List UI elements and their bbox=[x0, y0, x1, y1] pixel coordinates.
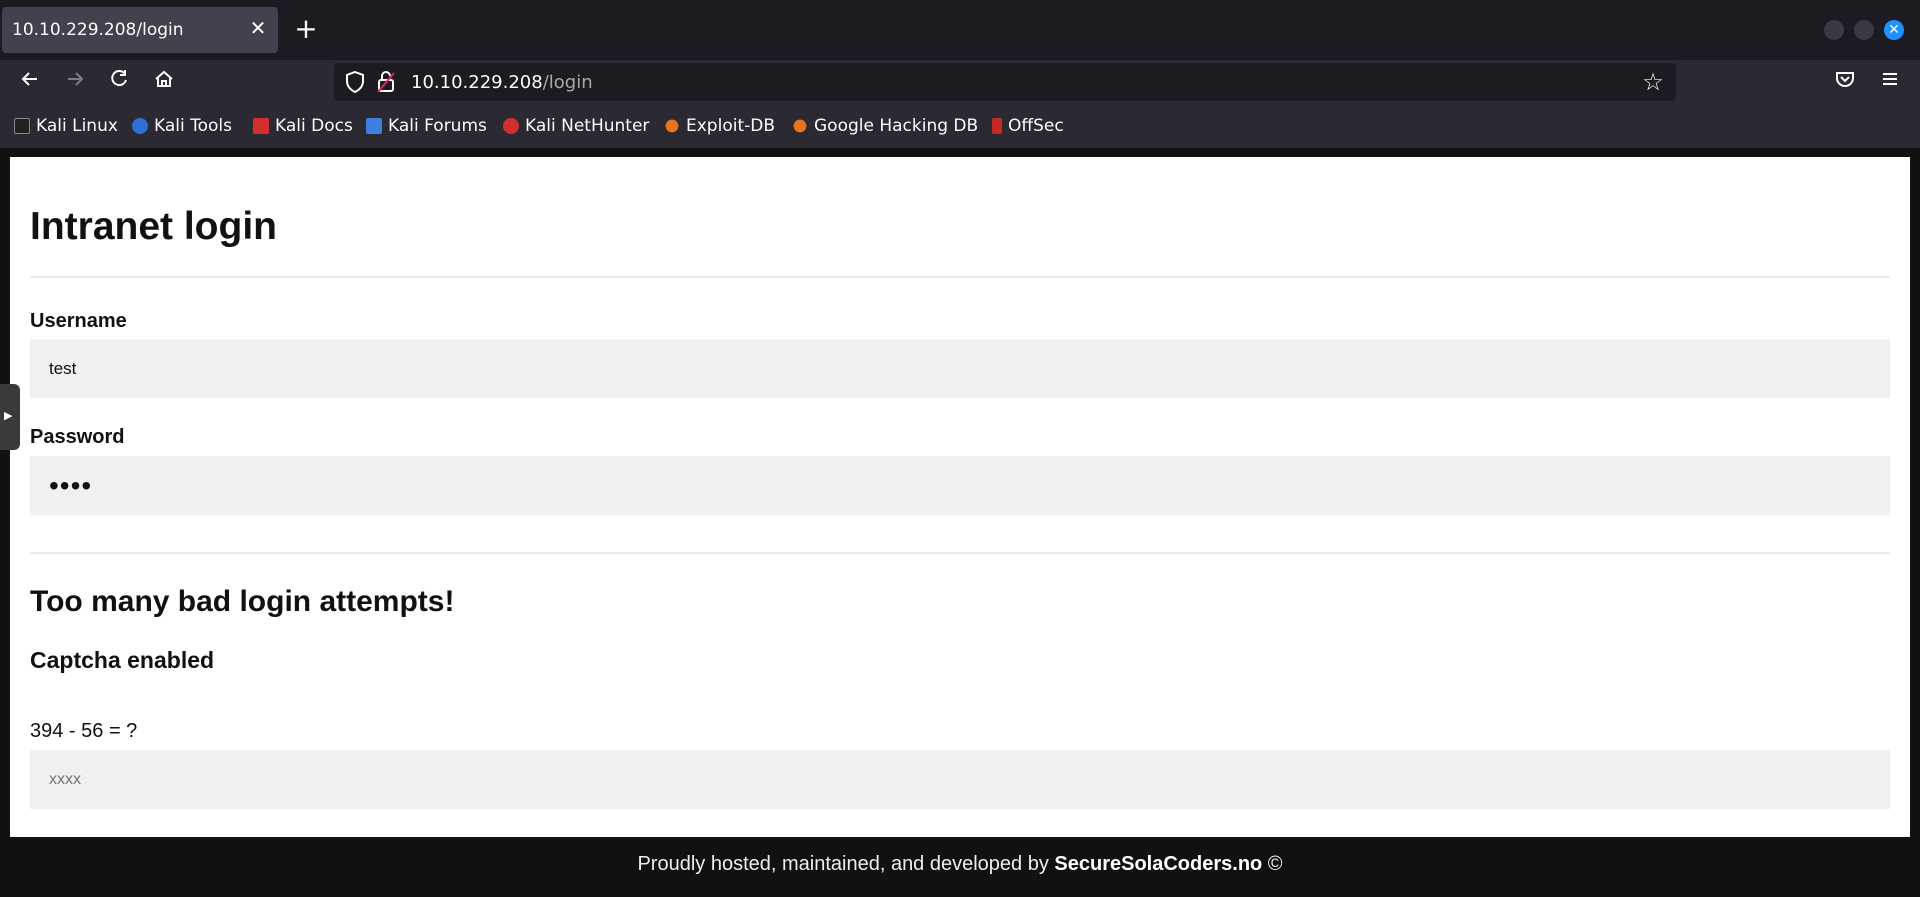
bookmark-kali-docs[interactable]: Kali Docs bbox=[253, 114, 353, 138]
navigation-bar: 10.10.229.208/login ☆ bbox=[0, 60, 1920, 104]
bookmark-label: OffSec bbox=[1008, 116, 1064, 136]
password-mask: •••• bbox=[49, 469, 93, 501]
url-path: /login bbox=[542, 72, 593, 93]
tab-login[interactable]: 10.10.229.208/login ✕ bbox=[2, 7, 278, 53]
footer-brand: SecureSolaCoders.no bbox=[1054, 853, 1263, 875]
insecure-lock-icon[interactable] bbox=[376, 70, 396, 94]
bookmarks-toolbar: Kali Linux Kali Tools Kali Docs Kali For… bbox=[0, 104, 1920, 148]
captcha-heading: Captcha enabled bbox=[30, 647, 215, 673]
kali-nethunter-icon bbox=[503, 118, 519, 134]
new-tab-button[interactable]: + bbox=[293, 15, 319, 43]
window-minimize-button[interactable] bbox=[1824, 20, 1844, 40]
forward-button[interactable] bbox=[60, 68, 90, 98]
page-title: Intranet login bbox=[30, 205, 277, 248]
username-label: Username bbox=[30, 310, 127, 332]
hamburger-menu-icon bbox=[1883, 73, 1897, 85]
captcha-input[interactable] bbox=[30, 750, 1890, 809]
bookmark-label: Kali Linux bbox=[36, 116, 118, 136]
footer-copyright: © bbox=[1262, 853, 1283, 875]
url-bar[interactable]: 10.10.229.208/login ☆ bbox=[334, 63, 1676, 101]
pocket-button[interactable] bbox=[1830, 68, 1860, 98]
bookmark-kali-linux[interactable]: Kali Linux bbox=[14, 114, 118, 138]
page-footer: Proudly hosted, maintained, and develope… bbox=[0, 853, 1920, 876]
divider bbox=[30, 276, 1890, 278]
bad-login-warning: Too many bad login attempts! bbox=[30, 585, 455, 618]
menu-button[interactable] bbox=[1875, 68, 1905, 98]
offsec-icon bbox=[992, 118, 1002, 134]
bookmark-kali-forums[interactable]: Kali Forums bbox=[366, 114, 487, 138]
captcha-question: 394 - 56 = ? bbox=[30, 720, 138, 742]
password-label: Password bbox=[30, 426, 125, 448]
kali-tools-icon bbox=[132, 118, 148, 134]
bookmark-exploit-db[interactable]: Exploit-DB bbox=[664, 114, 775, 138]
tab-close-icon[interactable]: ✕ bbox=[248, 18, 268, 38]
divider bbox=[30, 552, 1890, 554]
shield-icon[interactable] bbox=[344, 70, 366, 94]
bookmark-label: Kali NetHunter bbox=[525, 116, 650, 136]
reload-icon bbox=[111, 70, 127, 87]
password-input[interactable]: •••• bbox=[30, 456, 1890, 515]
footer-text: Proudly hosted, maintained, and develope… bbox=[637, 853, 1055, 875]
bookmark-label: Google Hacking DB bbox=[814, 116, 979, 136]
exploit-db-icon bbox=[665, 119, 679, 133]
pocket-icon bbox=[1836, 72, 1854, 87]
kali-docs-icon bbox=[253, 118, 269, 134]
page-viewport: Intranet login Username Password •••• To… bbox=[0, 148, 1920, 897]
home-button[interactable] bbox=[149, 68, 179, 98]
url-host: 10.10.229.208 bbox=[411, 72, 543, 93]
arrow-left-icon bbox=[21, 72, 37, 86]
expand-arrow-icon: ▶ bbox=[4, 409, 13, 422]
login-page: Intranet login Username Password •••• To… bbox=[10, 157, 1910, 837]
bookmark-label: Kali Docs bbox=[275, 116, 353, 136]
reload-button[interactable] bbox=[104, 68, 134, 98]
home-icon bbox=[155, 70, 173, 87]
bookmark-google-hacking-db[interactable]: Google Hacking DB bbox=[792, 114, 978, 138]
window-close-button[interactable]: ✕ bbox=[1884, 20, 1904, 40]
tab-strip: 10.10.229.208/login ✕ + ✕ bbox=[0, 0, 1920, 60]
window-maximize-button[interactable] bbox=[1854, 20, 1874, 40]
arrow-right-icon bbox=[68, 72, 84, 86]
bookmark-label: Kali Tools bbox=[154, 116, 232, 136]
kali-dragon-icon bbox=[14, 118, 30, 134]
bookmark-star-icon[interactable]: ☆ bbox=[1640, 69, 1666, 95]
username-input[interactable] bbox=[30, 339, 1890, 398]
tab-title: 10.10.229.208/login bbox=[12, 20, 184, 40]
bookmark-kali-nethunter[interactable]: Kali NetHunter bbox=[503, 114, 649, 138]
back-button[interactable] bbox=[15, 68, 45, 98]
bookmark-kali-tools[interactable]: Kali Tools bbox=[132, 114, 232, 138]
url-text[interactable]: 10.10.229.208/login bbox=[411, 72, 593, 93]
google-hacking-db-icon bbox=[793, 119, 807, 133]
sidebar-handle[interactable]: ▶ bbox=[0, 384, 20, 450]
bookmark-label: Kali Forums bbox=[388, 116, 487, 136]
bookmark-label: Exploit-DB bbox=[686, 116, 775, 136]
bookmark-offsec[interactable]: OffSec bbox=[992, 114, 1064, 138]
kali-forums-icon bbox=[366, 118, 382, 134]
